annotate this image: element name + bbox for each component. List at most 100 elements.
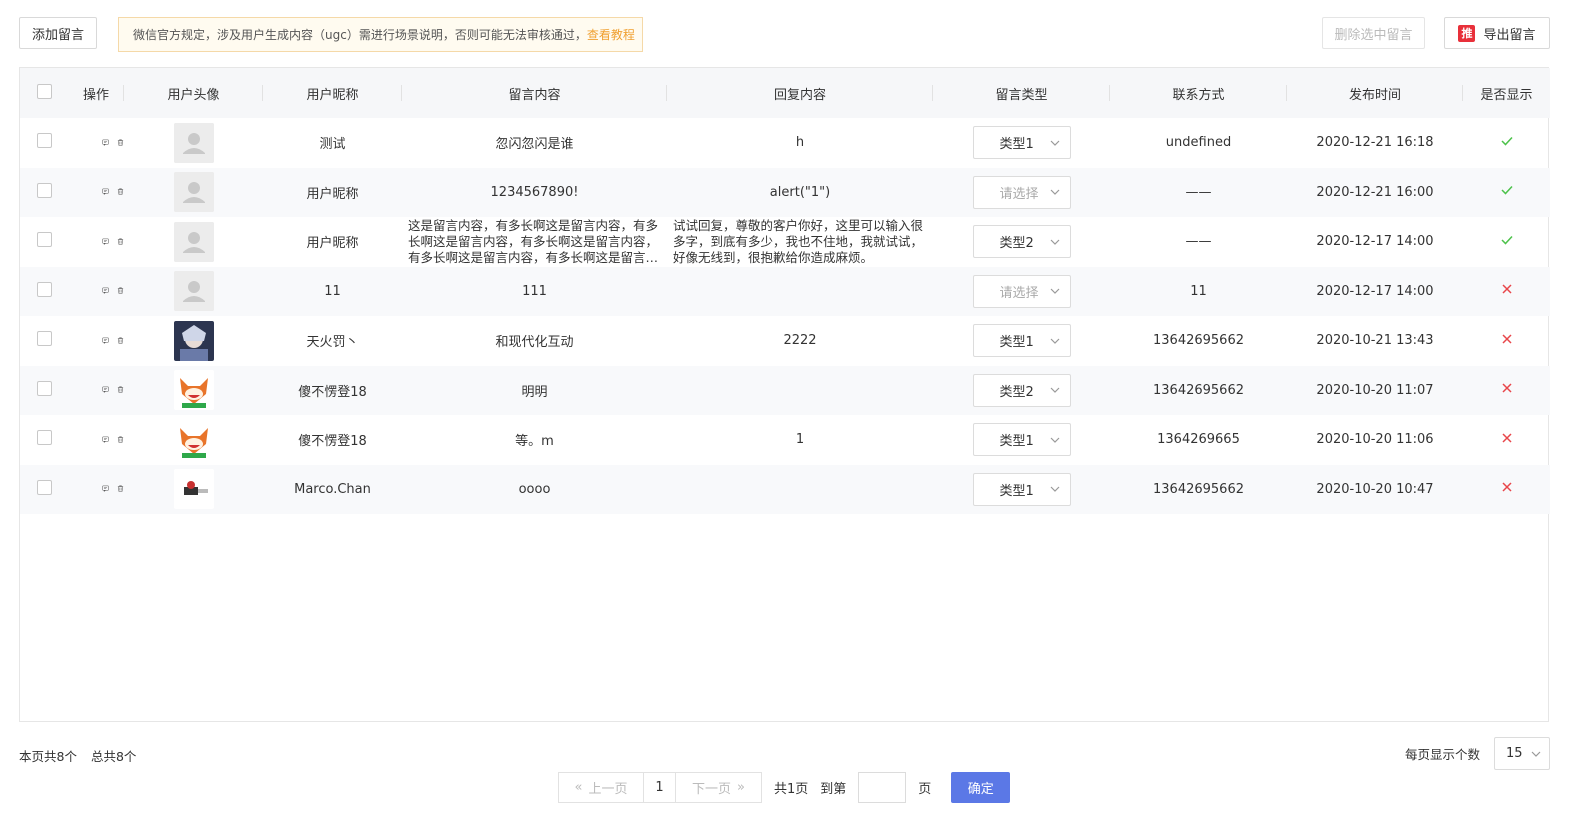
table-header-row: 操作 用户头像 用户昵称 留言内容 回复内容 留言类型 联系方式 发布时间 是否… (20, 68, 1550, 118)
row-shown-cell[interactable] (1463, 316, 1550, 366)
row-shown-cell[interactable] (1463, 267, 1550, 317)
export-messages-button[interactable]: 推 导出留言 (1444, 17, 1550, 49)
trash-icon[interactable] (117, 234, 124, 250)
row-contact: 13642695662 (1153, 481, 1244, 497)
header-content: 留言内容 (402, 68, 667, 118)
row-checkbox[interactable] (36, 281, 52, 297)
table-row: 11 111 请选择 11 2020-12-17 14:00 (20, 266, 1550, 317)
message-type-select[interactable]: 类型1 (972, 324, 1071, 358)
row-shown-cell[interactable] (1463, 168, 1550, 218)
row-shown-cell[interactable] (1463, 118, 1550, 168)
trash-icon[interactable] (117, 382, 124, 398)
trash-icon[interactable] (117, 432, 124, 448)
export-label: 导出留言 (1483, 27, 1536, 43)
row-type-cell: 类型1 (933, 316, 1110, 366)
message-type-select[interactable]: 请选择 (972, 274, 1071, 308)
message-type-select[interactable]: 类型1 (972, 126, 1071, 160)
row-reply: alert("1") (769, 184, 831, 200)
reply-comment-icon[interactable] (102, 432, 109, 448)
row-avatar-cell (124, 217, 263, 267)
row-checkbox[interactable] (36, 232, 52, 248)
next-page-button[interactable]: 下一页» (676, 772, 762, 803)
row-actions-cell (68, 118, 124, 168)
prev-page-button[interactable]: «上一页 (558, 772, 644, 803)
row-reply-cell: 试试回复，尊敬的客户你好，这里可以输入很多字，到底有多少，我也不住地，我就试试，… (667, 217, 933, 267)
default-avatar-icon (173, 172, 214, 213)
row-nickname: Marco.Chan (294, 481, 371, 497)
row-contact: —— (1185, 234, 1212, 250)
chevron-down-icon (1050, 486, 1059, 493)
row-shown-cell[interactable] (1463, 366, 1550, 416)
row-reply-cell (667, 366, 933, 416)
row-reply-cell: 1 (667, 415, 933, 465)
reply-comment-icon[interactable] (102, 481, 109, 497)
page-size-select[interactable]: 15 (1494, 737, 1550, 770)
row-content-cell: 忽闪忽闪是谁 (402, 118, 667, 168)
tutorial-link[interactable]: 查看教程 (587, 26, 635, 43)
message-type-select[interactable]: 类型2 (972, 225, 1071, 259)
row-select-cell (20, 465, 68, 515)
row-select-cell (20, 217, 68, 267)
chevron-down-icon (1050, 140, 1059, 146)
row-reply: 2222 (783, 333, 817, 349)
row-content-cell: 和现代化互动 (402, 316, 667, 366)
header-shown: 是否显示 (1480, 87, 1533, 103)
row-actions-cell (68, 217, 124, 267)
row-content-cell: 111 (402, 267, 667, 317)
add-message-button[interactable]: 添加留言 (19, 17, 97, 49)
message-type-select[interactable]: 请选择 (972, 175, 1071, 209)
trash-icon[interactable] (117, 184, 124, 200)
confirm-page-button[interactable]: 确定 (951, 772, 1011, 803)
page-count-text: 本页共8个 (19, 749, 77, 764)
total-count-text: 总共8个 (90, 749, 137, 764)
cross-icon (1501, 334, 1512, 344)
trash-icon[interactable] (117, 135, 124, 151)
select-all-checkbox[interactable] (36, 83, 52, 99)
goto-page-input[interactable] (858, 772, 907, 803)
row-actions-cell (68, 316, 124, 366)
row-content-cell: 等。m (402, 415, 667, 465)
row-nickname: 傻不愣登18 (298, 434, 367, 450)
messages-table: 操作 用户头像 用户昵称 留言内容 回复内容 留言类型 联系方式 发布时间 是否… (19, 67, 1550, 722)
reply-comment-icon[interactable] (102, 333, 109, 349)
reply-comment-icon[interactable] (102, 382, 109, 398)
chevron-down-icon (1050, 387, 1059, 394)
row-select-cell (20, 267, 68, 317)
check-icon (1500, 235, 1513, 245)
row-type-cell: 请选择 (933, 267, 1110, 317)
ugc-notice: 微信官方规定，涉及用户生成内容（ugc）需进行场景说明，否则可能无法审核通过，查… (118, 17, 643, 52)
row-content: 111 (522, 283, 547, 299)
row-shown-cell[interactable] (1463, 217, 1550, 267)
default-avatar-icon (173, 271, 214, 312)
page-number-1[interactable]: 1 (644, 772, 676, 803)
row-shown-cell[interactable] (1463, 415, 1550, 465)
row-checkbox[interactable] (36, 331, 52, 347)
chevron-down-icon (1531, 751, 1541, 757)
delete-selected-button[interactable]: 删除选中留言 (1322, 17, 1425, 49)
reply-comment-icon[interactable] (102, 135, 109, 151)
message-type-select[interactable]: 类型1 (972, 472, 1071, 506)
header-time: 发布时间 (1287, 68, 1463, 118)
row-checkbox[interactable] (36, 182, 52, 198)
row-shown-cell[interactable] (1463, 465, 1550, 515)
trash-icon[interactable] (117, 283, 124, 299)
row-actions-cell (68, 465, 124, 515)
row-checkbox[interactable] (36, 133, 52, 149)
trash-icon[interactable] (117, 333, 124, 349)
row-checkbox[interactable] (36, 479, 52, 495)
reply-comment-icon[interactable] (102, 283, 109, 299)
row-checkbox[interactable] (36, 380, 52, 396)
row-content-cell: 1234567890! (402, 168, 667, 218)
trash-icon[interactable] (117, 481, 124, 497)
row-actions-cell (68, 267, 124, 317)
message-type-select[interactable]: 类型2 (972, 373, 1071, 407)
reply-comment-icon[interactable] (102, 234, 109, 250)
row-reply: 试试回复，尊敬的客户你好，这里可以输入很多字，到底有多少，我也不住地，我就试试，… (673, 217, 924, 265)
row-reply-cell: alert("1") (667, 168, 933, 218)
toolbar: 添加留言 微信官方规定，涉及用户生成内容（ugc）需进行场景说明，否则可能无法审… (19, 17, 1569, 52)
message-type-select[interactable]: 类型1 (972, 423, 1071, 457)
row-checkbox[interactable] (36, 430, 52, 446)
reply-comment-icon[interactable] (102, 184, 109, 200)
row-time: 2020-12-21 16:18 (1316, 135, 1434, 151)
row-avatar-cell (124, 366, 263, 416)
